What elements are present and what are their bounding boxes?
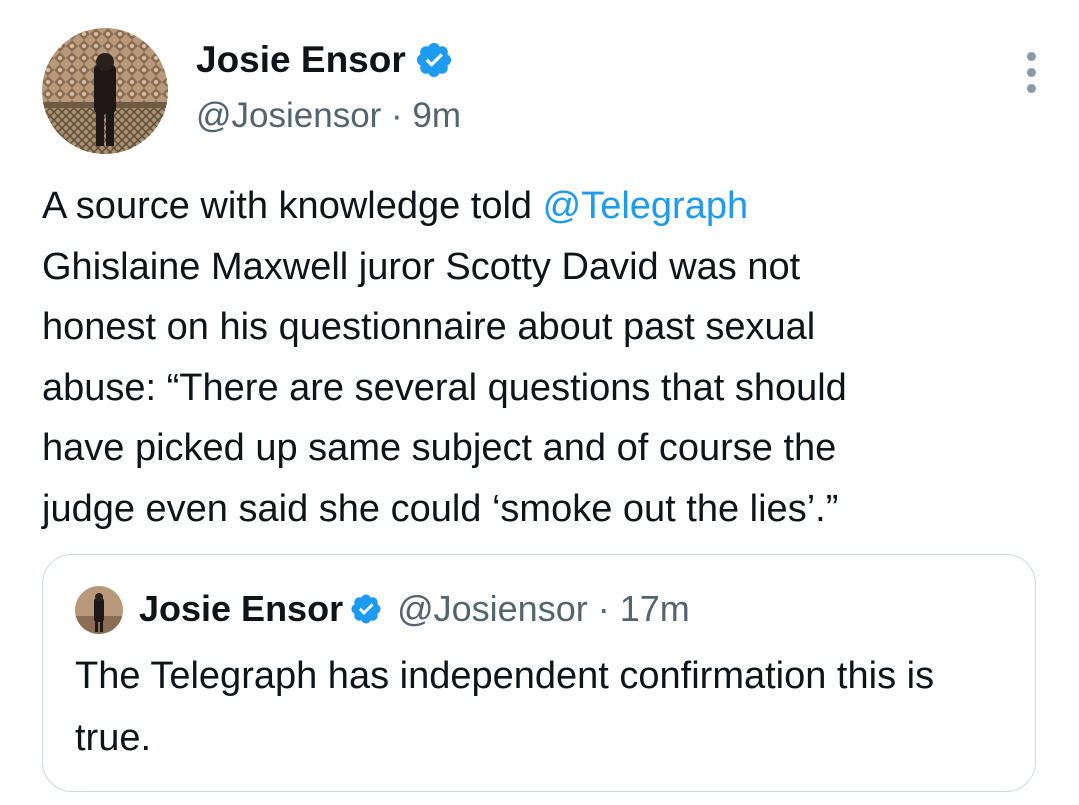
tweet-text-after: Ghislaine Maxwell juror Scotty David was… (42, 245, 847, 530)
more-options-icon[interactable] (1027, 52, 1039, 93)
author-avatar[interactable] (42, 28, 168, 154)
quoted-header: Josie Ensor @Josiensor · 17m (139, 585, 690, 633)
verified-badge-icon (414, 40, 454, 80)
author-name-row[interactable]: Josie Ensor (196, 38, 454, 82)
tweet-text-before: A source with knowledge told (42, 185, 543, 227)
quoted-handle-time: @Josiensor · 17m (397, 588, 690, 629)
quoted-tweet-card[interactable]: Josie Ensor @Josiensor · 17m The Telegra… (42, 554, 1036, 792)
verified-badge-icon (349, 592, 383, 626)
author-name[interactable]: Josie Ensor (196, 38, 406, 82)
quoted-author-avatar (75, 586, 123, 634)
quoted-tweet-text: The Telegraph has independent confirmati… (75, 655, 935, 759)
quoted-author-name: Josie Ensor (139, 588, 344, 629)
tweet-text: A source with knowledge told @Telegraph … (42, 176, 1042, 539)
author-handle-time[interactable]: @Josiensor · 9m (196, 94, 461, 138)
mention-link[interactable]: @Telegraph (543, 185, 748, 227)
